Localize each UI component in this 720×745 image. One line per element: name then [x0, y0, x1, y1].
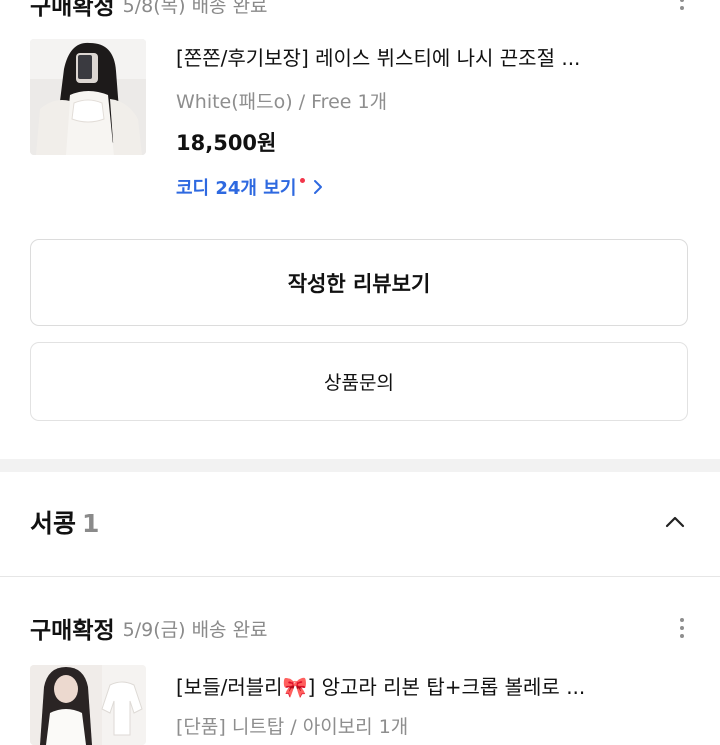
- divider-line: [0, 576, 720, 577]
- product-photo-icon: [30, 39, 146, 155]
- section-divider: [0, 459, 720, 472]
- more-vertical-icon[interactable]: [678, 618, 686, 638]
- more-vertical-icon[interactable]: [678, 0, 686, 10]
- new-badge-dot: [300, 177, 306, 183]
- product-thumbnail[interactable]: [30, 665, 146, 745]
- order-status: 구매확정: [30, 0, 115, 20]
- order-status-row: 구매확정 5/9(금) 배송 완료: [30, 612, 268, 644]
- codi-link[interactable]: 코디 24개 보기: [176, 174, 325, 200]
- order-status: 구매확정: [30, 618, 115, 644]
- product-thumbnail[interactable]: [30, 39, 146, 155]
- product-option: [단품] 니트탑 / 아이보리 1개: [176, 716, 409, 738]
- delivery-status: 5/8(목) 배송 완료: [122, 0, 268, 17]
- order-status-row: 구매확정 5/8(목) 배송 완료: [30, 0, 268, 20]
- view-review-button[interactable]: 작성한 리뷰보기: [30, 239, 688, 326]
- product-option: White(패드o) / Free 1개: [176, 91, 388, 113]
- chevron-right-icon: [314, 180, 323, 194]
- seller-item-count: 1: [82, 509, 100, 538]
- seller-name: 서콩: [30, 509, 77, 538]
- product-title[interactable]: [쫀쫀/후기보장] 레이스 뷔스티에 나시 끈조절 ...: [176, 42, 646, 71]
- codi-link-label: 코디 24개 보기: [176, 178, 297, 199]
- product-title[interactable]: [보들/러블리🎀] 앙고라 리본 탑+크롭 볼레로 ...: [176, 671, 646, 700]
- delivery-status: 5/9(금) 배송 완료: [122, 618, 268, 641]
- chevron-up-icon[interactable]: [664, 514, 686, 530]
- seller-header[interactable]: 서콩 1: [30, 504, 99, 540]
- product-photo-icon: [30, 665, 146, 745]
- product-price: 18,500원: [176, 131, 277, 155]
- product-inquiry-button[interactable]: 상품문의: [30, 342, 688, 421]
